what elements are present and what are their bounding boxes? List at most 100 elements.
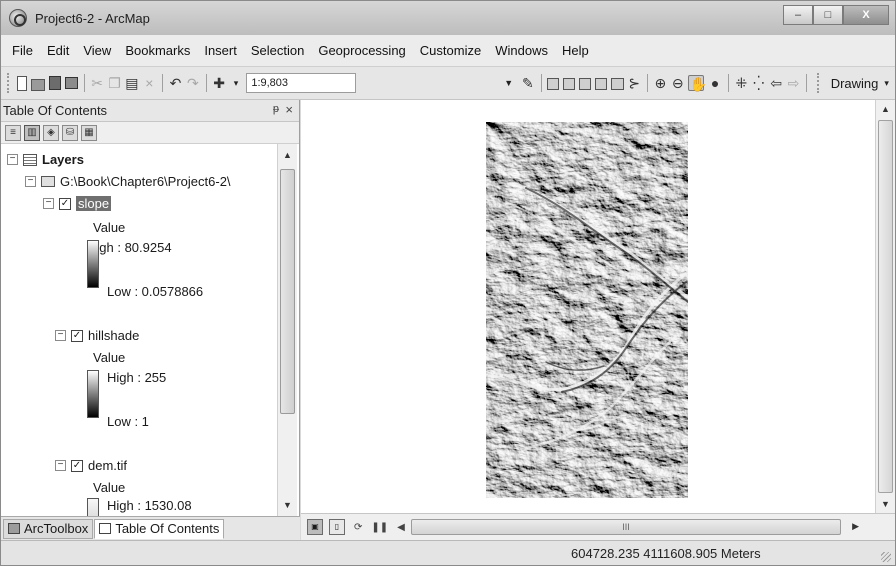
toolbar-separator	[727, 74, 729, 92]
layer-hillshade[interactable]: − ✓ hillshade	[55, 328, 139, 343]
legend-high-label: High : 255	[107, 370, 167, 385]
resize-grip-icon[interactable]	[881, 552, 891, 562]
drawing-toolbar-grip[interactable]	[817, 73, 821, 93]
folder-icon	[41, 176, 55, 187]
close-button[interactable]: X	[843, 5, 889, 25]
menu-insert[interactable]: Insert	[197, 43, 244, 58]
add-data-icon[interactable]: ✚	[212, 75, 225, 91]
menu-help[interactable]: Help	[555, 43, 596, 58]
pause-drawing-icon[interactable]: ❚❚	[371, 522, 388, 533]
scroll-right-icon[interactable]: ▶	[852, 521, 859, 532]
menu-edit[interactable]: Edit	[40, 43, 76, 58]
layer-name[interactable]: slope	[76, 196, 112, 211]
menu-windows[interactable]: Windows	[488, 43, 555, 58]
toolbar-separator	[646, 74, 648, 92]
legend-value-label: Value	[93, 220, 126, 235]
drawing-dropdown-icon[interactable]: ▾	[884, 78, 889, 89]
model-builder-icon[interactable]: ⊱	[628, 75, 641, 91]
toolbar-separator	[540, 74, 542, 92]
collapse-icon[interactable]: −	[7, 154, 18, 165]
toc-vertical-scrollbar[interactable]: ▲ ▼	[277, 144, 297, 516]
forward-icon[interactable]: ⇨	[787, 75, 800, 91]
map-vertical-scroll-thumb[interactable]	[878, 120, 893, 493]
back-icon[interactable]: ⇦	[769, 75, 782, 91]
arctoolbox-icon[interactable]	[595, 78, 608, 90]
open-folder-icon[interactable]	[31, 78, 45, 91]
list-by-drawing-order-icon[interactable]: ≡	[5, 124, 21, 141]
tab-arctoolbox[interactable]: ArcToolbox	[3, 518, 94, 539]
scroll-left-icon[interactable]: ◀	[397, 522, 405, 533]
search-window-icon[interactable]	[579, 78, 592, 90]
map-display[interactable]	[301, 100, 875, 513]
menu-file[interactable]: File	[5, 43, 40, 58]
toc-scroll-thumb[interactable]	[280, 169, 295, 414]
menu-selection[interactable]: Selection	[244, 43, 311, 58]
map-scale-input[interactable]: 1:9,803	[246, 73, 357, 93]
drawing-menu[interactable]: Drawing	[831, 76, 879, 91]
zoom-out-icon[interactable]: ⊖	[671, 75, 684, 91]
map-horizontal-bar: ▣ ▯ ⟳ ❚❚ ◀ III ▶	[301, 513, 895, 540]
menu-bar: File Edit View Bookmarks Insert Selectio…	[1, 35, 895, 67]
toc-close-icon[interactable]: ×	[285, 102, 293, 117]
arcmap-window: Project6-2 - ArcMap – □ X File Edit View…	[0, 0, 896, 566]
pin-icon[interactable]: ᵽ	[273, 103, 279, 115]
save-icon[interactable]	[48, 76, 61, 90]
scroll-down-icon[interactable]: ▼	[278, 496, 297, 514]
cut-icon[interactable]: ✂	[90, 75, 103, 91]
layer-dem[interactable]: − ✓ dem.tif	[55, 458, 127, 473]
data-view-button[interactable]: ▣	[307, 519, 323, 535]
collapse-icon[interactable]: −	[25, 176, 36, 187]
scale-dropdown-icon[interactable]: ▼	[504, 78, 513, 88]
table-icon[interactable]	[547, 78, 560, 90]
scroll-up-icon[interactable]: ▲	[876, 100, 895, 118]
paste-icon[interactable]: ▤	[125, 75, 138, 91]
layer-visibility-checkbox[interactable]: ✓	[71, 459, 83, 472]
layer-visibility-checkbox[interactable]: ✓	[71, 329, 83, 342]
fixed-zoom-in-icon[interactable]: ⁜	[735, 75, 748, 91]
list-by-selection-icon[interactable]: ⛁	[62, 124, 78, 141]
map-horizontal-scroll-thumb[interactable]: III	[411, 519, 841, 535]
scroll-up-icon[interactable]: ▲	[278, 146, 297, 164]
layer-visibility-checkbox[interactable]: ✓	[59, 197, 71, 210]
menu-geoprocessing[interactable]: Geoprocessing	[311, 43, 412, 58]
python-window-icon[interactable]	[611, 78, 624, 90]
layout-view-button[interactable]: ▯	[329, 519, 345, 535]
layer-name[interactable]: hillshade	[88, 328, 139, 343]
layer-slope[interactable]: − ✓ slope	[43, 196, 112, 211]
pan-icon[interactable]: ✋	[688, 75, 707, 92]
editor-icon[interactable]: ✎	[521, 75, 534, 91]
minimize-button[interactable]: –	[783, 5, 813, 25]
refresh-icon[interactable]: ⟳	[354, 522, 362, 533]
tab-table-of-contents[interactable]: Table Of Contents	[94, 518, 225, 539]
catalog-icon[interactable]	[563, 78, 576, 90]
maximize-button[interactable]: □	[813, 5, 843, 25]
fixed-zoom-out-icon[interactable]: ⁛	[752, 75, 765, 91]
list-by-visibility-icon[interactable]: ◈	[43, 124, 59, 141]
tree-folder[interactable]: − G:\Book\Chapter6\Project6-2\	[25, 174, 231, 189]
redo-icon[interactable]: ↷	[186, 75, 199, 91]
full-extent-icon[interactable]: ●	[708, 75, 721, 91]
list-by-source-icon[interactable]: ▥	[24, 124, 40, 141]
map-vertical-scrollbar[interactable]: ▲ ▼	[875, 100, 895, 513]
delete-icon[interactable]: ×	[143, 75, 156, 91]
copy-icon[interactable]: ❐	[108, 75, 121, 91]
menu-customize[interactable]: Customize	[413, 43, 488, 58]
menu-view[interactable]: View	[76, 43, 118, 58]
print-icon[interactable]	[64, 77, 78, 89]
scroll-down-icon[interactable]: ▼	[876, 495, 895, 513]
legend-color-ramp	[87, 370, 99, 418]
add-data-dropdown-icon[interactable]: ▾	[234, 78, 239, 89]
undo-icon[interactable]: ↶	[169, 75, 182, 91]
menu-bookmarks[interactable]: Bookmarks	[118, 43, 197, 58]
collapse-icon[interactable]: −	[55, 460, 66, 471]
folder-path: G:\Book\Chapter6\Project6-2\	[60, 174, 231, 189]
layer-name[interactable]: dem.tif	[88, 458, 127, 473]
collapse-icon[interactable]: −	[55, 330, 66, 341]
toolbar-grip[interactable]	[7, 73, 11, 93]
zoom-in-icon[interactable]: ⊕	[654, 75, 667, 91]
options-icon[interactable]: ▦	[81, 124, 97, 141]
collapse-icon[interactable]: −	[43, 198, 54, 209]
new-document-icon[interactable]	[16, 75, 28, 91]
arcmap-logo-icon	[9, 9, 27, 27]
tree-root-layers[interactable]: − Layers	[7, 152, 84, 167]
